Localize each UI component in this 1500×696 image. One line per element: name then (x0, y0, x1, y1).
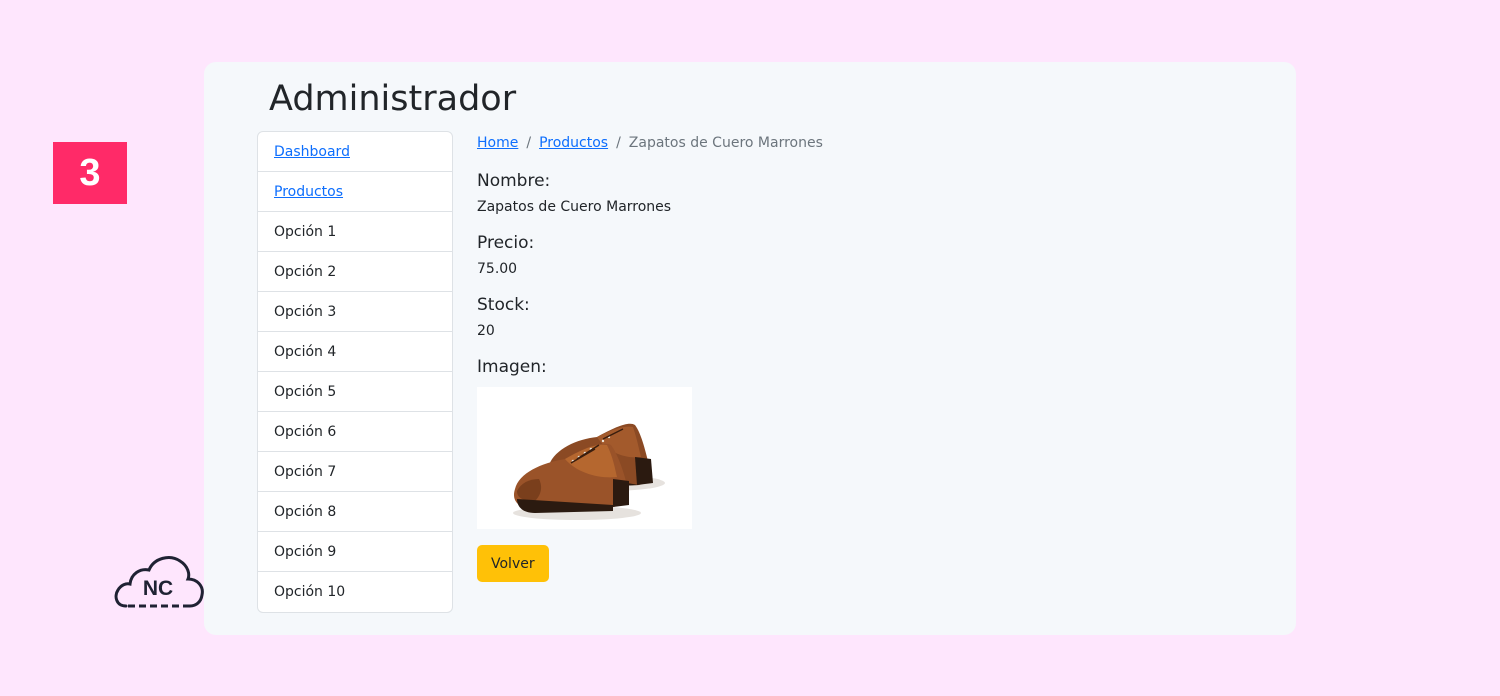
stock-label: Stock: (477, 295, 530, 315)
sidebar-item-opcion-2[interactable]: Opción 2 (258, 252, 452, 292)
sidebar-item-opcion-10[interactable]: Opción 10 (258, 572, 452, 612)
back-button[interactable]: Volver (477, 545, 549, 582)
sidebar-item-label: Opción 2 (274, 263, 337, 280)
sidebar-item-opcion-3[interactable]: Opción 3 (258, 292, 452, 332)
image-label: Imagen: (477, 357, 547, 377)
sidebar-link-dashboard[interactable]: Dashboard (274, 144, 350, 160)
sidebar-item-label: Opción 1 (274, 223, 337, 240)
name-label: Nombre: (477, 171, 551, 191)
sidebar-item-label: Opción 3 (274, 303, 337, 320)
sidebar-item-productos[interactable]: Productos (258, 172, 452, 212)
breadcrumb: Home / Productos / Zapatos de Cuero Marr… (477, 131, 1257, 155)
page-title: Administrador (269, 79, 517, 119)
price-label: Precio: (477, 233, 535, 253)
sidebar-item-opcion-5[interactable]: Opción 5 (258, 372, 452, 412)
svg-text:NC: NC (143, 577, 173, 600)
step-number-badge: 3 (53, 142, 127, 204)
sidebar-item-opcion-7[interactable]: Opción 7 (258, 452, 452, 492)
sidebar-item-opcion-9[interactable]: Opción 9 (258, 532, 452, 572)
stock-value: 20 (477, 323, 495, 339)
sidebar-item-opcion-6[interactable]: Opción 6 (258, 412, 452, 452)
sidebar-item-label: Opción 6 (274, 423, 337, 440)
breadcrumb-home-link[interactable]: Home (477, 135, 518, 151)
product-image (477, 387, 692, 529)
sidebar-item-opcion-4[interactable]: Opción 4 (258, 332, 452, 372)
sidebar-item-label: Opción 4 (274, 343, 337, 360)
sidebar-link-productos[interactable]: Productos (274, 184, 343, 200)
sidebar-menu: Dashboard Productos Opción 1 Opción 2 Op… (257, 131, 453, 613)
breadcrumb-productos-link[interactable]: Productos (539, 135, 608, 151)
breadcrumb-current: Zapatos de Cuero Marrones (628, 135, 823, 151)
admin-card: Administrador Dashboard Productos Opción… (204, 62, 1296, 635)
sidebar-item-label: Opción 10 (274, 584, 346, 600)
sidebar-item-opcion-1[interactable]: Opción 1 (258, 212, 452, 252)
sidebar-item-dashboard[interactable]: Dashboard (258, 132, 452, 172)
nc-cloud-logo: NC (114, 556, 204, 608)
breadcrumb-separator: / (526, 135, 532, 151)
sidebar-item-label: Opción 7 (274, 463, 337, 480)
sidebar-item-label: Opción 9 (274, 543, 337, 560)
brown-shoes-icon (513, 423, 665, 520)
name-value: Zapatos de Cuero Marrones (477, 199, 672, 215)
product-detail: Home / Productos / Zapatos de Cuero Marr… (477, 131, 1257, 582)
sidebar-item-label: Opción 8 (274, 503, 337, 520)
breadcrumb-separator: / (616, 135, 621, 151)
sidebar-item-opcion-8[interactable]: Opción 8 (258, 492, 452, 532)
price-value: 75.00 (477, 261, 518, 277)
sidebar-item-label: Opción 5 (274, 383, 337, 400)
